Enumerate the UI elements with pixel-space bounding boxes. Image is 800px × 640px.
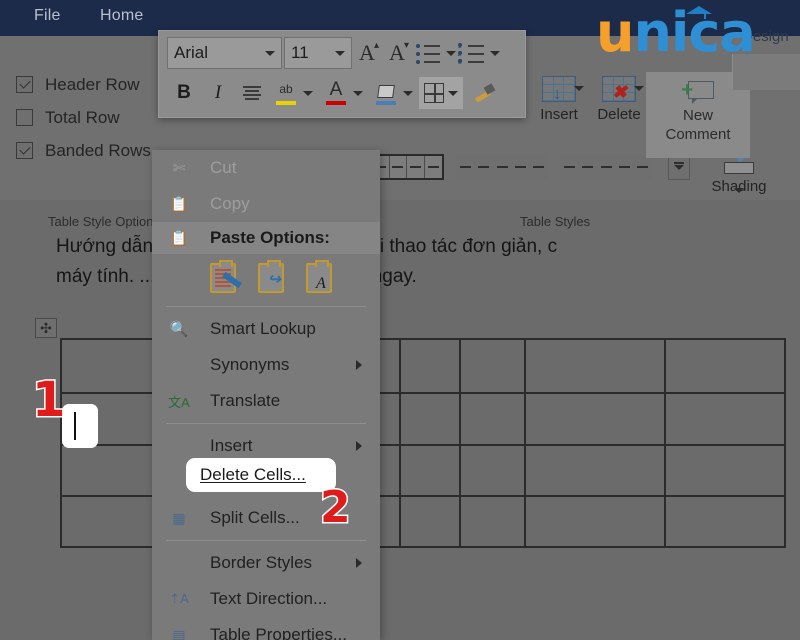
menu-item-label: Smart Lookup xyxy=(210,319,316,338)
shading-fill-icon xyxy=(377,84,395,98)
menu-item-label: Paste Options: xyxy=(210,228,330,247)
italic-button[interactable]: I xyxy=(201,77,235,109)
chevron-down-icon[interactable] xyxy=(403,90,413,96)
font-size-combo[interactable]: 11 xyxy=(284,37,352,69)
text-highlight-icon: ab xyxy=(279,82,293,96)
chevron-down-icon[interactable] xyxy=(303,90,313,96)
context-menu: ✄ Cut 📋 Copy 📋 Paste Options: ↪ A 🔍 Smar… xyxy=(152,150,380,640)
menu-item-smart-lookup[interactable]: 🔍 Smart Lookup xyxy=(152,311,380,347)
menu-item-label: Translate xyxy=(210,391,281,410)
chevron-down-icon[interactable] xyxy=(335,50,345,56)
table-move-handle[interactable]: ✣ xyxy=(35,318,57,338)
menu-item-translate[interactable]: 文A Translate xyxy=(152,383,380,419)
grow-font-label: A xyxy=(359,40,375,65)
chevron-down-icon[interactable] xyxy=(353,90,363,96)
keep-text-only-icon[interactable]: A xyxy=(306,260,332,293)
chevron-down-icon[interactable] xyxy=(446,50,456,56)
chevron-down-icon[interactable] xyxy=(265,50,275,56)
grow-font-button[interactable]: A ▴ xyxy=(352,40,382,66)
active-cell-cursor[interactable] xyxy=(62,404,98,448)
align-icon xyxy=(243,84,261,102)
annotation-step-1: 1 xyxy=(30,371,66,430)
menu-item-paste-options: 📋 Paste Options: xyxy=(152,222,380,254)
mini-format-toolbar: Arial 11 A ▴ A ▾ 1 2 3 B I ab A xyxy=(158,30,526,118)
translate-icon: 文A xyxy=(168,394,190,410)
annotation-step-2: 2 xyxy=(319,481,353,535)
menu-item-label: Insert xyxy=(210,436,253,455)
submenu-arrow-icon xyxy=(356,441,362,451)
font-size-value: 11 xyxy=(291,43,309,62)
menu-item-label: Cut xyxy=(210,158,237,177)
chevron-down-icon[interactable] xyxy=(490,50,500,56)
chevron-down-icon[interactable] xyxy=(448,90,458,96)
table-properties-icon: ▤ xyxy=(172,626,186,640)
menu-separator xyxy=(166,540,366,541)
borders-button[interactable] xyxy=(419,77,463,109)
paste-options-row: ↪ A xyxy=(152,254,380,302)
table-col-line xyxy=(399,338,401,548)
numbering-button[interactable]: 1 2 3 xyxy=(456,37,490,69)
paste-icon: 📋 xyxy=(169,230,189,247)
merge-formatting-icon[interactable]: ↪ xyxy=(258,260,284,293)
bold-label: B xyxy=(177,82,191,103)
bullets-button[interactable] xyxy=(412,37,446,69)
format-painter-icon xyxy=(471,80,497,106)
numbering-icon: 1 2 3 xyxy=(458,41,488,66)
submenu-arrow-icon xyxy=(356,558,362,568)
submenu-arrow-icon xyxy=(356,360,362,370)
font-name-combo[interactable]: Arial xyxy=(167,37,282,69)
menu-item-table-properties[interactable]: ▤ Table Properties... xyxy=(152,617,380,640)
menu-item-label: Table Properties... xyxy=(210,625,348,640)
bold-button[interactable]: B xyxy=(167,77,201,109)
menu-item-cut[interactable]: ✄ Cut xyxy=(152,150,380,186)
menu-item-label: Split Cells... xyxy=(210,508,300,527)
shrink-font-label: A xyxy=(389,40,405,65)
menu-item-label: Delete Cells... xyxy=(200,465,306,484)
menu-item-synonyms[interactable]: Synonyms xyxy=(152,347,380,383)
menu-item-copy[interactable]: 📋 Copy xyxy=(152,186,380,222)
menu-item-text-direction[interactable]: ⇡A Text Direction... xyxy=(152,581,380,617)
bullets-icon xyxy=(414,41,444,65)
split-cells-icon: ▦ xyxy=(172,509,186,526)
smart-lookup-icon: 🔍 xyxy=(169,321,189,338)
word-window: File Home Header Row Total Row Banded Ro… xyxy=(0,0,800,640)
font-name-value: Arial xyxy=(174,43,209,62)
format-painter-button[interactable] xyxy=(467,77,501,109)
shading-fill-button[interactable] xyxy=(369,77,403,109)
font-color-button[interactable]: A xyxy=(319,77,353,109)
menu-separator xyxy=(166,306,366,307)
borders-icon xyxy=(424,83,444,103)
text-highlight-button[interactable]: ab xyxy=(269,77,303,109)
table-col-line xyxy=(784,338,786,548)
menu-item-label: Synonyms xyxy=(210,355,290,374)
table-col-line xyxy=(524,338,526,548)
menu-item-label: Border Styles xyxy=(210,553,313,572)
copy-icon: 📋 xyxy=(169,196,189,213)
text-direction-icon: ⇡A xyxy=(169,591,189,606)
font-color-icon: A xyxy=(329,79,343,100)
menu-item-border-styles[interactable]: Border Styles xyxy=(152,545,380,581)
keep-source-formatting-icon[interactable] xyxy=(210,260,242,293)
menu-item-delete-cells-highlight[interactable]: Delete Cells... xyxy=(186,458,336,492)
menu-item-label: Copy xyxy=(210,194,250,213)
table-col-line xyxy=(459,338,461,548)
table-col-line xyxy=(664,338,666,548)
shrink-font-button[interactable]: A ▾ xyxy=(382,40,412,66)
menu-item-label: Text Direction... xyxy=(210,589,328,608)
menu-separator xyxy=(166,423,366,424)
align-button[interactable] xyxy=(235,77,269,109)
italic-label: I xyxy=(214,82,222,103)
scissors-icon: ✄ xyxy=(172,160,186,177)
